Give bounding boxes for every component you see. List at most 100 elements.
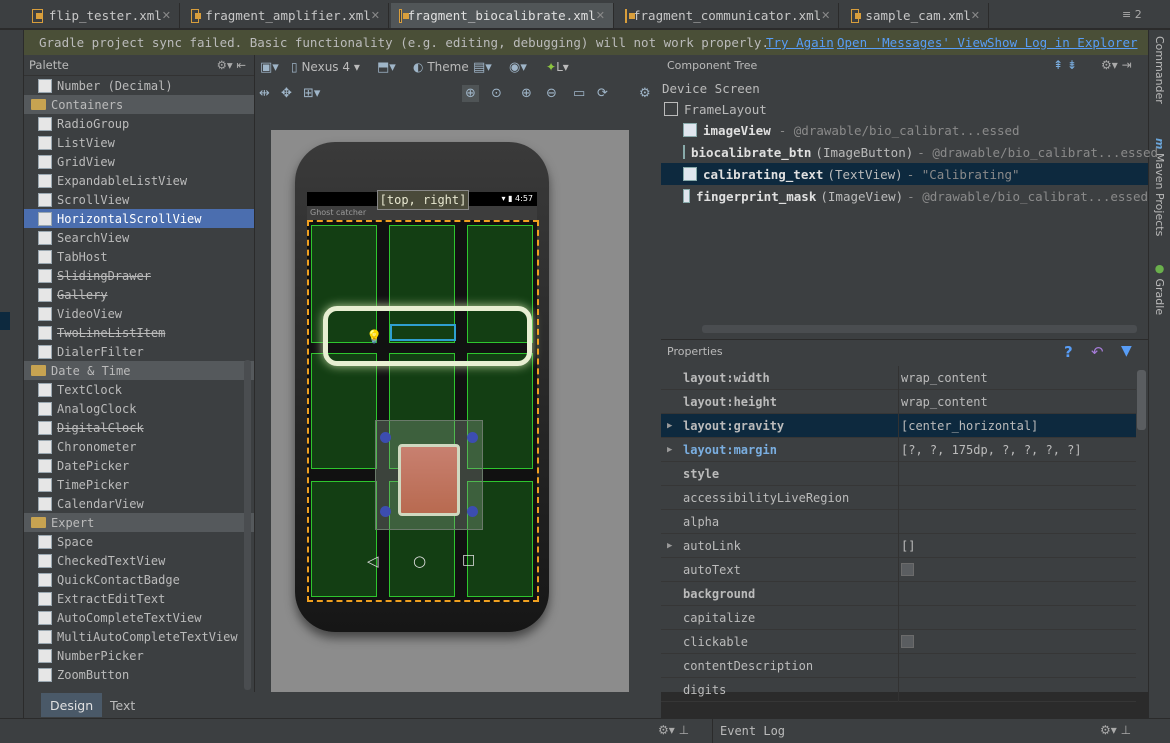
expand-arrow-icon[interactable]: ▶ — [667, 445, 672, 455]
tab-fragment-amplifier[interactable]: fragment_amplifier.xml ✕ — [183, 3, 389, 28]
gear-icon[interactable]: ⚙▾ ⇤ — [217, 58, 246, 72]
palette-category[interactable]: Containers — [24, 95, 254, 114]
tree-node[interactable]: biocalibrate_btn (ImageButton) - @drawable… — [661, 141, 1158, 163]
zoom-fit-icon[interactable]: ⊕ — [462, 85, 479, 102]
palette-item[interactable]: AutoCompleteTextView — [24, 608, 254, 627]
expand-all-icon[interactable]: ⇞ ⇟ — [1053, 58, 1077, 72]
tab-fragment-biocalibrate[interactable]: fragment_biocalibrate.xml ✕ — [391, 3, 614, 28]
palette-item[interactable]: CalendarView — [24, 494, 254, 513]
palette-item[interactable]: ExtractEditText — [24, 589, 254, 608]
close-icon[interactable]: ✕ — [371, 9, 380, 22]
palette-item[interactable]: DialerFilter — [24, 342, 254, 361]
expand-arrow-icon[interactable]: ▶ — [667, 421, 672, 431]
zoom-actual-icon[interactable]: ⊙ — [491, 86, 502, 101]
close-icon[interactable]: ✕ — [821, 9, 830, 22]
tree-node[interactable]: imageView - @drawable/bio_calibrat...esse… — [661, 119, 1148, 141]
tab-sample-cam[interactable]: sample_cam.xml ✕ — [843, 3, 989, 28]
tree-node[interactable]: calibrating_text (TextView) - "Calibrating… — [661, 163, 1148, 185]
layout-variant-icon[interactable]: ▣▾ — [260, 60, 279, 75]
property-row[interactable]: accessibilityLiveRegion — [661, 486, 1136, 510]
preview-options-icon[interactable]: ⊞▾ — [303, 86, 320, 101]
gear-icon[interactable]: ⚙▾ ⇥ — [1101, 58, 1132, 72]
property-checkbox[interactable] — [901, 563, 914, 579]
property-row[interactable]: style — [661, 462, 1136, 486]
property-value[interactable]: wrap_content — [901, 371, 988, 385]
property-row[interactable]: background — [661, 582, 1136, 606]
property-row[interactable]: digits — [661, 678, 1136, 702]
locale-globe-icon[interactable]: ◉▾ — [509, 60, 527, 75]
palette-item[interactable]: ListView — [24, 133, 254, 152]
palette-item[interactable]: MultiAutoCompleteTextView — [24, 627, 254, 646]
refresh-icon[interactable]: ⟳ — [597, 86, 608, 101]
palette-item[interactable]: GridView — [24, 152, 254, 171]
tab-fragment-communicator[interactable]: fragment_communicator.xml ✕ — [617, 3, 839, 28]
gear-icon[interactable]: ⚙▾ ⊥ — [658, 723, 689, 737]
gear-icon[interactable]: ⚙ — [639, 86, 651, 101]
palette-item[interactable]: QuickContactBadge — [24, 570, 254, 589]
expand-icon[interactable]: ✥ — [281, 86, 292, 101]
property-row[interactable]: layout:width wrap_content — [661, 366, 1136, 390]
property-value[interactable]: [?, ?, 175dp, ?, ?, ?, ?] — [901, 443, 1082, 457]
property-row[interactable]: contentDescription — [661, 654, 1136, 678]
property-row[interactable]: ▶ layout:gravity [center_horizontal] — [661, 414, 1136, 438]
tree-device-screen[interactable]: Device Screen — [661, 77, 1148, 99]
try-again-link[interactable]: Try Again — [766, 35, 834, 50]
tab-overflow-button[interactable]: ≡ 2 — [1122, 8, 1142, 21]
close-icon[interactable]: ✕ — [596, 9, 605, 22]
palette-item[interactable]: TwoLineListItem — [24, 323, 254, 342]
palette-item[interactable]: HorizontalScrollView — [24, 209, 254, 228]
event-log-label[interactable]: Event Log — [720, 724, 785, 738]
property-checkbox[interactable] — [901, 635, 914, 651]
activity-icon[interactable]: ▤▾ — [473, 60, 492, 75]
palette-item[interactable]: SlidingDrawer — [24, 266, 254, 285]
expand-arrow-icon[interactable]: ▶ — [667, 541, 672, 551]
properties-scrollbar[interactable] — [1137, 370, 1146, 430]
palette-item[interactable]: NumberPicker — [24, 646, 254, 665]
palette-item[interactable]: SearchView — [24, 228, 254, 247]
close-icon[interactable]: ✕ — [971, 9, 980, 22]
tree-scrollbar[interactable] — [702, 325, 1137, 333]
palette-category[interactable]: Expert — [24, 513, 254, 532]
palette-item[interactable]: TabHost — [24, 247, 254, 266]
open-messages-link[interactable]: Open 'Messages' View — [837, 35, 988, 50]
theme-selector[interactable]: ◐ Theme — [413, 60, 469, 74]
tree-framelayout[interactable]: FrameLayout — [661, 98, 1148, 120]
commander-tool-tab[interactable]: Commander — [1153, 36, 1166, 104]
property-value[interactable]: [center_horizontal] — [901, 419, 1038, 433]
palette-item[interactable]: VideoView — [24, 304, 254, 323]
palette-item[interactable]: Number (Decimal) — [24, 76, 254, 95]
api-level-selector[interactable]: ✦L▾ — [546, 60, 569, 74]
restore-default-icon[interactable]: ↶ — [1091, 343, 1104, 361]
property-row[interactable]: ▶ autoLink [] — [661, 534, 1136, 558]
property-value[interactable]: [] — [901, 539, 915, 553]
palette-item[interactable]: RadioGroup — [24, 114, 254, 133]
property-row[interactable]: clickable — [661, 630, 1136, 654]
help-icon[interactable]: ? — [1064, 343, 1073, 361]
palette-category[interactable]: Date & Time — [24, 361, 254, 380]
palette-item[interactable]: Chronometer — [24, 437, 254, 456]
palette-item[interactable]: ZoomButton — [24, 665, 254, 684]
property-row[interactable]: layout:height wrap_content — [661, 390, 1136, 414]
property-row[interactable]: capitalize — [661, 606, 1136, 630]
palette-item[interactable]: TextClock — [24, 380, 254, 399]
palette-item[interactable]: CheckedTextView — [24, 551, 254, 570]
palette-item[interactable]: AnalogClock — [24, 399, 254, 418]
device-selector[interactable]: ▯ Nexus 4 ▾ — [291, 60, 360, 74]
filter-icon[interactable]: ▼ — [1121, 343, 1132, 359]
tab-text[interactable]: Text — [101, 693, 144, 717]
property-row[interactable]: ▶ layout:margin [?, ?, 175dp, ?, ?, ?, ?] — [661, 438, 1136, 462]
palette-item[interactable]: ExpandableListView — [24, 171, 254, 190]
zoom-out-icon[interactable]: ⊖ — [546, 86, 557, 101]
gear-icon[interactable]: ⚙▾ ⊥ — [1100, 723, 1131, 737]
gradle-tool-tab[interactable]: ● Gradle — [1153, 262, 1166, 315]
palette-item[interactable]: Gallery — [24, 285, 254, 304]
palette-item[interactable]: Space — [24, 532, 254, 551]
palette-item[interactable]: DatePicker — [24, 456, 254, 475]
palette-item[interactable]: ScrollView — [24, 190, 254, 209]
zoom-in-icon[interactable]: ⊕ — [521, 86, 532, 101]
fit-width-icon[interactable]: ⇹ — [259, 86, 270, 101]
property-row[interactable]: alpha — [661, 510, 1136, 534]
close-icon[interactable]: ✕ — [162, 9, 171, 22]
tree-node[interactable]: fingerprint_mask (ImageView) - @drawable/b… — [661, 185, 1148, 207]
palette-item[interactable]: DigitalClock — [24, 418, 254, 437]
